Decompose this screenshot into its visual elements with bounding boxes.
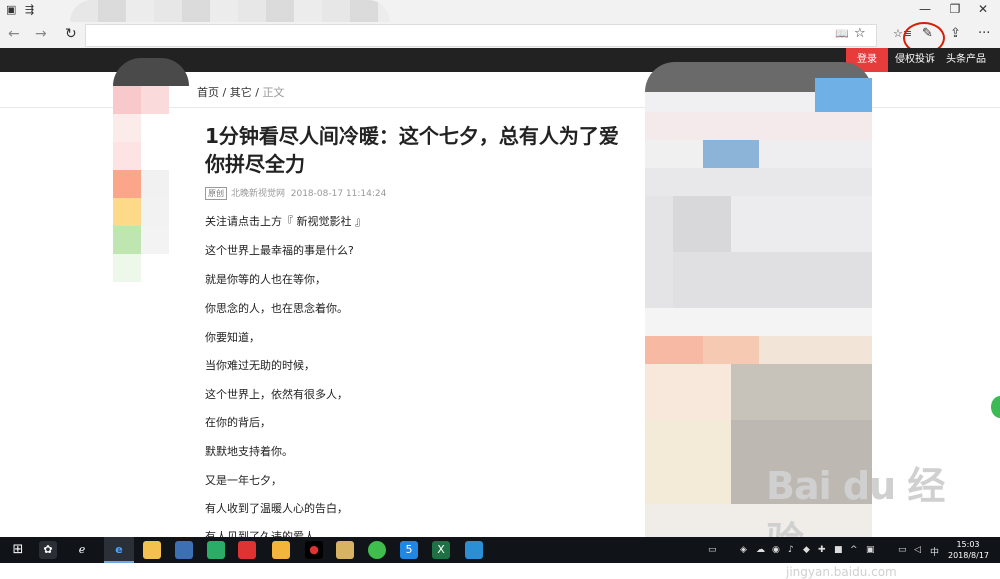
tray-shield-icon[interactable]: ◆	[803, 545, 810, 555]
clock-date: 2018/8/17	[948, 551, 990, 560]
breadcrumb-separator: /	[255, 86, 259, 99]
tray-cloud-icon[interactable]: ☁	[756, 545, 765, 555]
file-explorer-icon[interactable]	[143, 541, 161, 559]
tray-nvidia-icon[interactable]: ■	[834, 545, 843, 555]
tray-volume-icon[interactable]: ◁	[914, 545, 921, 555]
windows-start-icon[interactable]: ⊞	[9, 541, 27, 559]
left-sidebar-blurred	[113, 58, 189, 282]
breadcrumb: 首页 / 其它 / 正文	[197, 84, 284, 100]
refresh-icon[interactable]: ↻	[65, 26, 77, 42]
tab-preview-icon[interactable]: ⇶	[25, 3, 34, 16]
star-icon[interactable]: ☆	[854, 26, 866, 41]
app-box-icon[interactable]	[336, 541, 354, 559]
back-arrow-icon[interactable]: ←	[8, 26, 20, 42]
breadcrumb-home[interactable]: 首页	[197, 86, 219, 99]
article-paragraph: 关注请点击上方『 新视觉影社 』	[205, 215, 366, 228]
minimize-button[interactable]: —	[910, 2, 940, 16]
maximize-button[interactable]: ❐	[940, 2, 970, 16]
share-icon[interactable]: ⇪	[950, 26, 961, 41]
article-source[interactable]: 北晚新视觉网	[231, 189, 285, 199]
products-link[interactable]: 头条产品	[946, 48, 986, 72]
app-icon[interactable]	[272, 541, 290, 559]
article-paragraph: 这个世界上最幸福的事是什么?	[205, 244, 354, 257]
qq-icon[interactable]: ●	[305, 541, 323, 559]
article-paragraph: 又是一年七夕，	[205, 474, 282, 487]
close-window-button[interactable]: ✕	[968, 2, 998, 16]
pdf-reader-icon[interactable]	[238, 541, 256, 559]
tray-ime-icon[interactable]: 中	[930, 545, 939, 558]
breadcrumb-category[interactable]: 其它	[230, 86, 252, 99]
article-paragraph: 当你难过无助的时候，	[205, 359, 315, 372]
floating-widget-icon[interactable]	[991, 396, 1000, 418]
article-title: 1分钟看尽人间冷暖：这个七夕，总有人为了爱你拼尽全力	[205, 124, 619, 176]
article-paragraph: 你要知道，	[205, 331, 260, 344]
breadcrumb-current: 正文	[262, 86, 285, 99]
tray-expand-icon[interactable]: ^	[850, 545, 858, 555]
tray-display-icon[interactable]: ▭	[898, 545, 907, 555]
edge-icon[interactable]: e	[110, 541, 128, 559]
store-icon[interactable]	[175, 541, 193, 559]
article-paragraph: 这个世界上，依然有很多人，	[205, 388, 348, 401]
report-link[interactable]: 侵权投诉	[895, 48, 935, 72]
original-badge: 原创	[205, 187, 227, 200]
article-paragraph: 有人收到了温暖人心的告白，	[205, 502, 348, 515]
tray-app-icon[interactable]: ◉	[772, 545, 780, 555]
tray-network-icon[interactable]: ◈	[740, 545, 747, 555]
green-app-icon[interactable]	[368, 541, 386, 559]
media-app-icon[interactable]	[465, 541, 483, 559]
tray-bell-icon[interactable]: ♪	[788, 545, 794, 555]
tray-monitor-icon[interactable]: ▭	[708, 545, 717, 555]
baidu-jingyan-watermark: Bai du 经验 jingyan.baidu.com	[766, 455, 976, 579]
forward-arrow-icon[interactable]: →	[35, 26, 47, 42]
article-paragraph: 就是你等的人也在等你，	[205, 273, 326, 286]
tab-manager-icon[interactable]: ▣	[6, 3, 16, 16]
cortana-icon[interactable]: ✿	[39, 541, 57, 559]
excel-icon[interactable]: X	[432, 541, 450, 559]
blue-app-icon[interactable]: 5	[400, 541, 418, 559]
taskbar-clock[interactable]: 15:03 2018/8/17	[948, 539, 990, 561]
wechat-icon[interactable]	[207, 541, 225, 559]
article-paragraph: 你思念的人，也在思念着你。	[205, 302, 348, 315]
tray-security-icon[interactable]: ✚	[818, 545, 826, 555]
article-paragraph: 在你的背后，	[205, 416, 271, 429]
breadcrumb-separator: /	[222, 86, 227, 99]
ellipsis-icon[interactable]: ···	[978, 26, 990, 41]
ie-icon[interactable]: ℯ	[73, 541, 91, 559]
article-meta: 原创 北晚新视觉网 2018-08-17 11:14:24	[205, 186, 386, 200]
article-datetime: 2018-08-17 11:14:24	[290, 189, 387, 199]
clock-time: 15:03	[956, 540, 980, 549]
watermark-url: jingyan.baidu.com	[786, 565, 897, 579]
tray-app2-icon[interactable]: ▣	[866, 545, 875, 555]
article-paragraph: 默默地支持着你。	[205, 445, 293, 458]
reading-view-icon[interactable]: 📖	[835, 27, 849, 40]
